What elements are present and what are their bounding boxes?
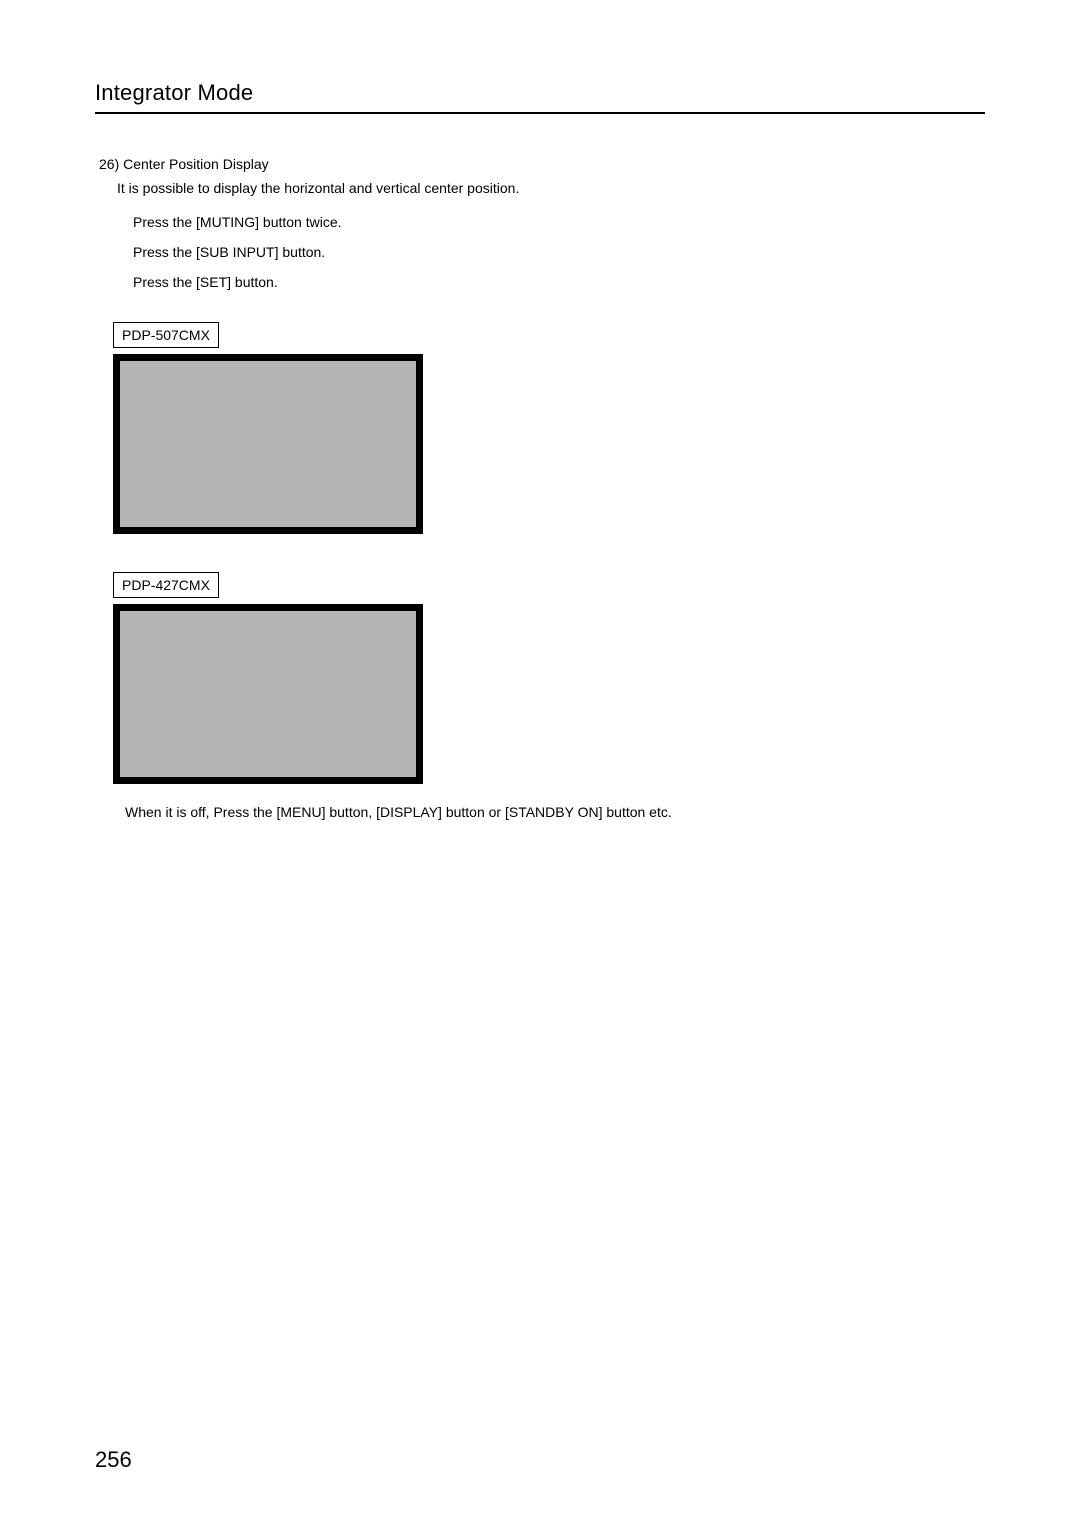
- note-text: When it is off, Press the [MENU] button,…: [95, 804, 985, 820]
- screen-frame-507: [113, 354, 423, 534]
- section-description: It is possible to display the horizontal…: [95, 180, 985, 196]
- page-title: Integrator Mode: [95, 80, 985, 106]
- page-number: 256: [95, 1447, 132, 1473]
- instruction-step: Press the [MUTING] button twice.: [95, 214, 985, 230]
- document-page: Integrator Mode 26) Center Position Disp…: [0, 0, 1080, 860]
- model-label-box: PDP-507CMX: [113, 322, 219, 348]
- section-heading: 26) Center Position Display: [95, 156, 985, 172]
- screen-frame-427: [113, 604, 423, 784]
- instruction-step: Press the [SET] button.: [95, 274, 985, 290]
- title-divider: [95, 112, 985, 114]
- screen-inner: [120, 611, 416, 777]
- model-label-box: PDP-427CMX: [113, 572, 219, 598]
- instruction-step: Press the [SUB INPUT] button.: [95, 244, 985, 260]
- screen-inner: [120, 361, 416, 527]
